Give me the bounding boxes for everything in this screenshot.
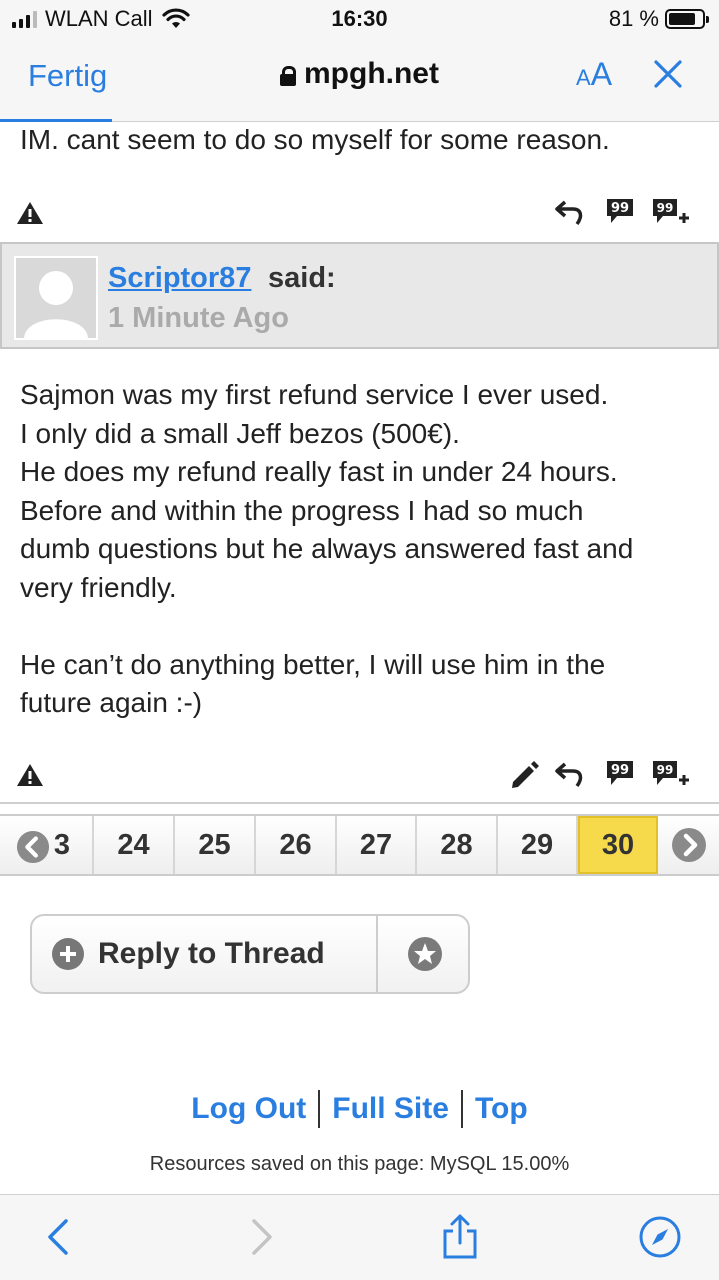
footer-links: Log Out Full Site Top	[0, 1090, 719, 1128]
svg-text:99: 99	[611, 763, 629, 778]
page-26[interactable]: 26	[256, 816, 337, 874]
avatar[interactable]	[14, 256, 98, 340]
battery-percent: 81 %	[608, 6, 659, 31]
battery-fill	[669, 13, 695, 25]
svg-text:99: 99	[657, 763, 674, 777]
post-body-line	[20, 607, 710, 646]
next-page-button[interactable]	[658, 816, 719, 874]
prev-page-icon[interactable]	[16, 830, 50, 864]
star-icon	[408, 937, 442, 971]
previous-post-text: IM. cant seem to do so myself for some r…	[20, 124, 610, 155]
top-link[interactable]: Top	[463, 1092, 540, 1126]
quote-icon[interactable]: 99	[603, 758, 637, 790]
post-actions: 99 99	[0, 758, 719, 794]
multi-quote-icon[interactable]: 99	[651, 196, 691, 228]
battery-icon	[665, 9, 709, 29]
post-author-link[interactable]: Scriptor87	[108, 262, 251, 295]
share-icon[interactable]	[438, 1213, 482, 1261]
reply-controls: Reply to Thread	[30, 914, 470, 994]
report-icon[interactable]	[16, 762, 44, 788]
reply-icon[interactable]	[555, 758, 589, 790]
post-body-line: He does my refund really fast in under 2…	[20, 456, 618, 487]
next-page-icon	[671, 828, 706, 862]
close-button[interactable]	[652, 52, 684, 99]
edit-icon[interactable]	[507, 758, 541, 790]
quote-icon[interactable]: 99	[603, 196, 637, 228]
post-divider	[0, 802, 719, 804]
post-action-icons: 99 99	[507, 758, 691, 790]
resources-text: Resources saved on this page: MySQL 15.0…	[149, 1153, 570, 1175]
status-bar: WLAN Call 16:30 81 %	[0, 0, 719, 44]
page-29[interactable]: 29	[498, 816, 578, 874]
reply-to-thread-label: Reply to Thread	[98, 937, 325, 970]
post-body-line: future again :-)	[20, 687, 203, 718]
post-body-line: very friendly.	[20, 571, 177, 603]
svg-text:99: 99	[657, 201, 674, 215]
report-icon[interactable]	[16, 200, 44, 226]
load-progress-bar	[0, 119, 112, 122]
url-label: mpgh.net	[304, 57, 439, 90]
svg-text:99: 99	[611, 201, 629, 216]
page-24[interactable]: 24	[94, 816, 175, 874]
close-icon	[654, 60, 682, 88]
post-action-icons: 99 99	[555, 196, 691, 228]
post-header: Scriptor87 said: 1 Minute Ago	[0, 242, 719, 349]
lock-icon	[280, 66, 296, 86]
page-30-current[interactable]: 30	[578, 816, 658, 874]
forward-icon[interactable]	[238, 1213, 282, 1261]
text-size-button[interactable]: AA	[576, 56, 612, 93]
page-25[interactable]: 25	[175, 816, 256, 874]
page-28[interactable]: 28	[417, 816, 498, 874]
pagination: 3 24 25 26 27 28 29 30	[0, 814, 719, 876]
multi-quote-icon[interactable]: 99	[651, 758, 691, 790]
post-body-line: I only did a small Jeff bezos (500€).	[20, 417, 460, 449]
page-27[interactable]: 27	[337, 816, 417, 874]
page-partial-label: 3	[53, 828, 70, 861]
browser-toolbar	[0, 1194, 719, 1280]
post-body-line: He can’t do anything better, I will use …	[20, 648, 606, 680]
previous-post-actions: 99 99	[0, 196, 719, 232]
post-body-line: dumb questions but he always answered fa…	[20, 533, 634, 564]
default-avatar-icon	[16, 258, 96, 338]
full-site-link[interactable]: Full Site	[320, 1092, 461, 1126]
reply-icon[interactable]	[555, 196, 589, 228]
reply-to-thread-button[interactable]: Reply to Thread	[32, 916, 378, 992]
logout-link[interactable]: Log Out	[179, 1092, 318, 1126]
plus-circle-icon	[52, 938, 84, 970]
text-size-large-a: A	[590, 56, 613, 92]
post-body: Sajmon was my first refund service I eve…	[20, 376, 710, 723]
post-body-line: Sajmon was my first refund service I eve…	[20, 379, 609, 410]
browser-nav-bar: Fertig mpgh.net AA	[0, 44, 719, 122]
said-label: said:	[268, 262, 336, 294]
post-time: 1 Minute Ago	[108, 302, 289, 334]
text-size-small-a: A	[576, 65, 591, 90]
status-right: 81 %	[608, 6, 709, 32]
post-body-line: Before and within the progress I had so …	[20, 494, 584, 526]
subscribe-star-button[interactable]	[380, 916, 468, 992]
safari-compass-icon[interactable]	[638, 1213, 682, 1261]
back-icon[interactable]	[38, 1213, 82, 1261]
